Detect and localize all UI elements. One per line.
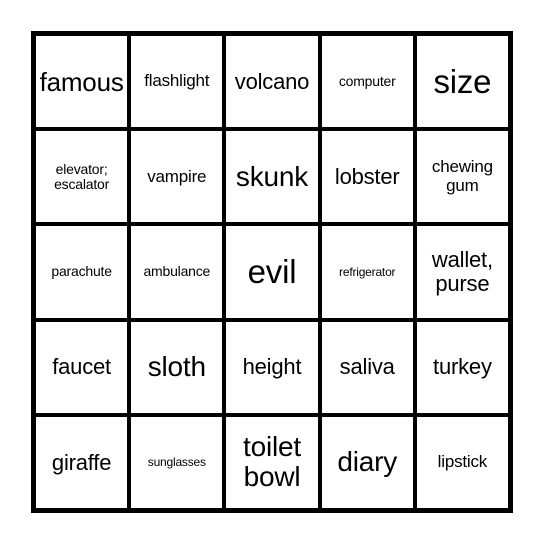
bingo-cell-r3c2[interactable]: ambulance <box>131 226 223 318</box>
bingo-cell-label: volcano <box>234 68 310 94</box>
bingo-cell-label: skunk <box>235 160 309 192</box>
bingo-cell-label: toilet bowl <box>243 431 301 493</box>
bingo-cell-label: sunglasses <box>147 454 206 469</box>
bingo-cell-label: refrigerator <box>339 264 396 279</box>
bingo-cell-label: size <box>433 62 492 100</box>
bingo-cell-label: diary <box>337 446 398 478</box>
bingo-cell-r2c1[interactable]: elevator; escalator <box>36 131 128 223</box>
bingo-cell-label: saliva <box>339 354 395 380</box>
bingo-cell-r1c5[interactable]: size <box>416 36 508 128</box>
bingo-cell-r4c5[interactable]: turkey <box>416 321 508 413</box>
bingo-cell-r5c4[interactable]: diary <box>321 416 413 508</box>
bingo-cell-label: wallet, purse <box>431 247 493 296</box>
bingo-cell-r4c3[interactable]: height <box>226 321 318 413</box>
bingo-cell-r2c4[interactable]: lobster <box>321 131 413 223</box>
bingo-cell-r1c2[interactable]: flashlight <box>131 36 223 128</box>
bingo-cell-label: height <box>242 354 302 380</box>
bingo-cell-r3c5[interactable]: wallet, purse <box>416 226 508 318</box>
bingo-cell-r3c1[interactable]: parachute <box>36 226 128 318</box>
bingo-cell-r5c3[interactable]: toilet bowl <box>226 416 318 508</box>
bingo-cell-label: flashlight <box>144 71 210 91</box>
bingo-cell-label: ambulance <box>143 263 211 280</box>
bingo-cell-label: lipstick <box>437 452 488 472</box>
bingo-cell-label: chewing gum <box>431 157 493 195</box>
bingo-cell-r1c1[interactable]: famous <box>36 36 128 128</box>
bingo-cell-label: lobster <box>334 163 400 189</box>
bingo-cell-label: sloth <box>147 351 206 383</box>
bingo-cell-r3c4[interactable]: refrigerator <box>321 226 413 318</box>
bingo-cell-r1c4[interactable]: computer <box>321 36 413 128</box>
bingo-cell-label: elevator; escalator <box>54 160 110 192</box>
bingo-cell-r1c3[interactable]: volcano <box>226 36 318 128</box>
bingo-cell-label: evil <box>247 253 297 291</box>
bingo-cell-r3c3[interactable]: evil <box>226 226 318 318</box>
bingo-cell-r4c2[interactable]: sloth <box>131 321 223 413</box>
bingo-cell-label: giraffe <box>51 449 112 475</box>
bingo-cell-label: famous <box>39 66 124 97</box>
bingo-cell-label: computer <box>338 73 396 90</box>
bingo-cell-r5c1[interactable]: giraffe <box>36 416 128 508</box>
bingo-cell-label: faucet <box>52 354 111 380</box>
bingo-cell-r2c5[interactable]: chewing gum <box>416 131 508 223</box>
bingo-card-grid: famous flashlight volcano computer size eleva… <box>31 31 513 513</box>
bingo-cell-r5c2[interactable]: sunglasses <box>131 416 223 508</box>
bingo-cell-r2c3[interactable]: skunk <box>226 131 318 223</box>
bingo-cell-r5c5[interactable]: lipstick <box>416 416 508 508</box>
bingo-cell-r2c2[interactable]: vampire <box>131 131 223 223</box>
bingo-cell-r4c4[interactable]: saliva <box>321 321 413 413</box>
bingo-cell-label: parachute <box>51 263 112 280</box>
bingo-cell-r4c1[interactable]: faucet <box>36 321 128 413</box>
bingo-cell-label: turkey <box>433 354 492 380</box>
bingo-cell-label: vampire <box>147 166 207 186</box>
